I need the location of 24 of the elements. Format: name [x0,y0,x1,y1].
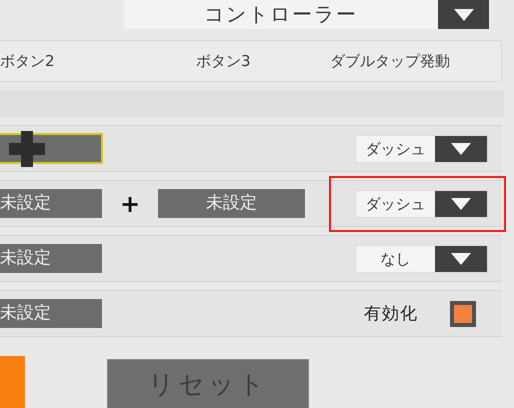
key-slot[interactable]: 未設定 [0,243,103,274]
action-dropdown[interactable]: ダッシュ [355,190,488,218]
caret-icon [435,136,487,162]
controller-dropdown[interactable]: コントローラー [124,0,489,29]
action-dropdown[interactable]: なし [355,244,488,272]
key-slot[interactable]: 未設定 [0,188,103,219]
dpad-slot[interactable] [0,133,103,164]
caret-icon [435,246,487,272]
dropdown-value: ダッシュ [364,194,426,214]
column-header: ダブルタップ発動 [330,52,451,70]
dropdown-value: なし [380,248,412,270]
key-slot[interactable]: 未設定 [157,188,306,219]
column-header: ボタン3 [196,52,252,70]
caret-icon [438,0,489,29]
column-header: ボタン2 [0,52,56,70]
action-dropdown[interactable]: ダッシュ [355,134,488,162]
checkbox[interactable] [450,300,476,326]
plus-sign: + [118,190,142,218]
dropdown-value: コントローラー [203,1,359,28]
key-slot[interactable]: 未設定 [0,298,103,329]
checkbox-label: 有効化 [364,303,418,325]
caret-icon [435,190,487,216]
dropdown-value: ダッシュ [364,138,426,160]
dpad-icon [9,130,45,166]
